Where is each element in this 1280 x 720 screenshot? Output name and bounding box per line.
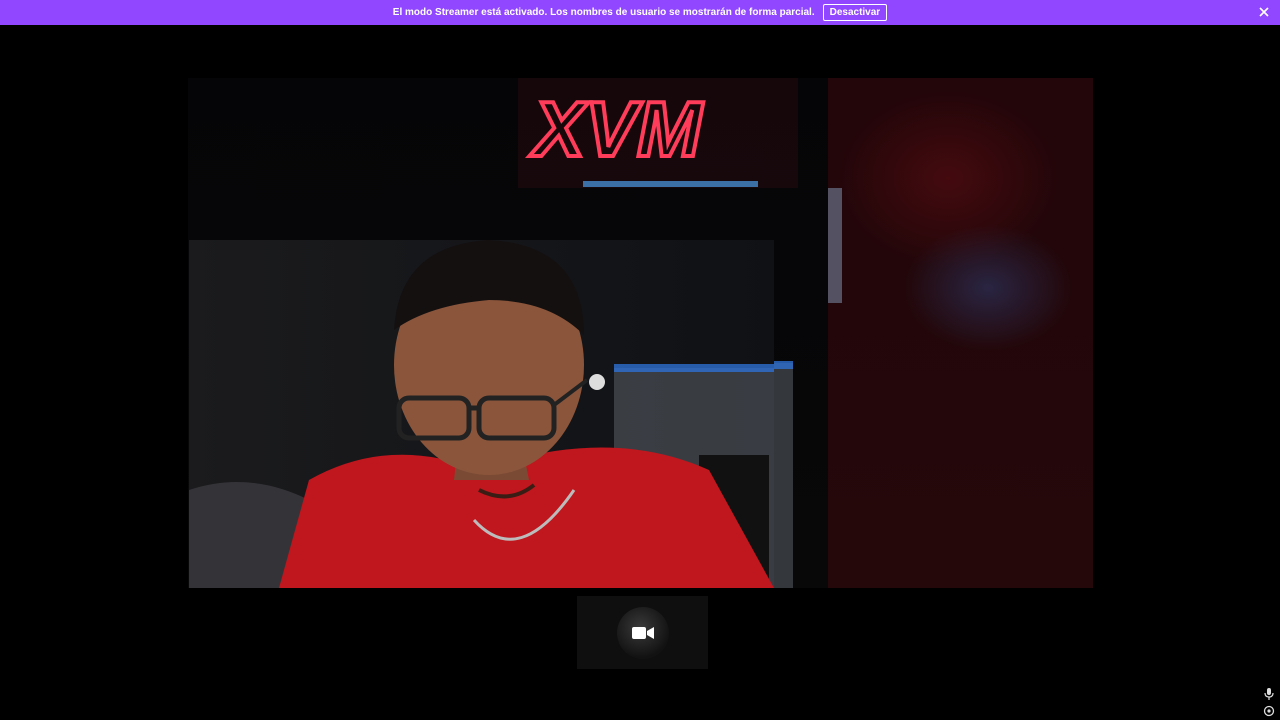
banner-message: El modo Streamer está activado. Los nomb… [392, 7, 815, 18]
call-stage: XVM [0, 25, 1280, 720]
close-glyph [1259, 7, 1269, 17]
shelf-light [583, 181, 758, 187]
video-camera-icon[interactable] [616, 606, 669, 659]
streamer-camera-image [189, 240, 774, 588]
close-icon[interactable] [1256, 4, 1272, 20]
neon-sign: XVM [529, 85, 704, 173]
deactivate-button[interactable]: Desactivar [822, 4, 888, 21]
corner-controls [1262, 684, 1276, 718]
settings-icon[interactable] [1262, 704, 1276, 718]
curtain [828, 78, 1093, 588]
camera-glyph [631, 626, 654, 639]
mic-glyph [1264, 688, 1274, 700]
settings-glyph [1263, 705, 1275, 717]
streamer-mode-banner: El modo Streamer está activado. Los nomb… [0, 0, 1280, 25]
main-video-feed[interactable] [189, 240, 774, 588]
microphone-icon[interactable] [1262, 687, 1276, 701]
self-video-thumbnail[interactable] [577, 596, 708, 669]
